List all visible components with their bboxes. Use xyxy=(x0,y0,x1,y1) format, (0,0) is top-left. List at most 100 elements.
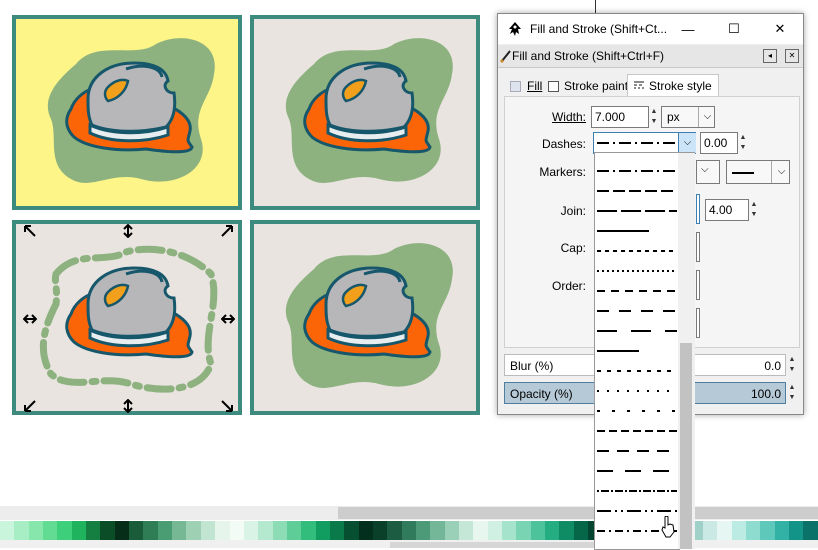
palette-swatch[interactable] xyxy=(731,521,746,540)
palette-swatch[interactable] xyxy=(14,521,29,540)
opacity-spinner[interactable]: ▲ ▼ xyxy=(787,383,797,403)
palette-swatch[interactable] xyxy=(0,521,15,540)
resize-handle-top-left-icon[interactable] xyxy=(23,224,37,238)
spin-down-icon[interactable]: ▼ xyxy=(787,365,797,375)
order-button-2[interactable] xyxy=(696,308,700,338)
tile-bottom-left[interactable] xyxy=(12,220,242,415)
spin-down-icon[interactable]: ▼ xyxy=(649,117,659,127)
dialog-titlebar[interactable]: Fill and Stroke (Shift+Ct... — ☐ ✕ xyxy=(498,14,803,44)
palette-swatch[interactable] xyxy=(243,521,259,540)
palette-swatch[interactable] xyxy=(186,521,201,540)
palette-swatch[interactable] xyxy=(430,521,445,540)
palette-swatch[interactable] xyxy=(573,521,589,540)
dash-pattern-option[interactable] xyxy=(595,301,679,321)
color-palette[interactable] xyxy=(0,521,818,540)
palette-swatch[interactable] xyxy=(387,521,402,540)
palette-swatch[interactable] xyxy=(545,521,560,540)
palette-swatch[interactable] xyxy=(788,521,804,540)
tab-stroke-style[interactable]: Stroke style xyxy=(627,74,719,97)
dash-pattern-option[interactable] xyxy=(595,201,679,221)
horizontal-scrollbar-thumb[interactable] xyxy=(338,507,818,519)
resize-handle-bottom-icon[interactable] xyxy=(121,398,135,414)
palette-swatch[interactable] xyxy=(286,521,302,540)
palette-swatch[interactable] xyxy=(43,521,58,540)
palette-swatch[interactable] xyxy=(516,521,531,540)
palette-swatch[interactable] xyxy=(774,521,789,540)
spin-up-icon[interactable]: ▲ xyxy=(787,355,797,365)
dash-offset-input[interactable]: 0.00 xyxy=(700,132,738,154)
palette-swatch[interactable] xyxy=(344,521,359,540)
spin-up-icon[interactable]: ▲ xyxy=(749,200,759,210)
palette-swatch[interactable] xyxy=(100,521,115,540)
dash-pattern-option[interactable] xyxy=(595,421,679,441)
resize-handle-left-icon[interactable] xyxy=(22,312,38,326)
dash-pattern-option[interactable] xyxy=(595,361,679,381)
spin-up-icon[interactable]: ▲ xyxy=(738,133,748,143)
palette-swatch[interactable] xyxy=(530,521,546,540)
palette-swatch[interactable] xyxy=(272,521,287,540)
dash-pattern-option[interactable] xyxy=(595,461,679,481)
palette-swatch[interactable] xyxy=(86,521,101,540)
palette-swatch[interactable] xyxy=(301,521,316,540)
palette-swatch[interactable] xyxy=(372,521,388,540)
marker-end-select[interactable]: ⌵ xyxy=(726,160,790,184)
spin-down-icon[interactable]: ▼ xyxy=(787,393,797,403)
spin-down-icon[interactable]: ▼ xyxy=(738,143,748,153)
tile-bottom-right[interactable] xyxy=(250,220,480,415)
dash-list-scrollbar-thumb[interactable] xyxy=(680,343,692,549)
dash-pattern-option[interactable] xyxy=(595,241,679,261)
miter-limit-input[interactable]: 4.00 xyxy=(705,199,749,221)
dash-pattern-option[interactable] xyxy=(595,161,679,181)
order-button[interactable] xyxy=(696,270,700,300)
palette-swatch[interactable] xyxy=(258,521,273,540)
cap-button[interactable] xyxy=(696,232,700,262)
spin-up-icon[interactable]: ▲ xyxy=(649,107,659,117)
dash-pattern-option[interactable] xyxy=(595,441,679,461)
miter-limit-spinner[interactable]: ▲ ▼ xyxy=(749,200,759,220)
dash-pattern-dropdown-list[interactable] xyxy=(594,152,680,550)
palette-swatch[interactable] xyxy=(459,521,474,540)
dash-list-scrollbar[interactable] xyxy=(678,152,695,549)
palette-swatch[interactable] xyxy=(200,521,216,540)
panel-close-button[interactable]: ✕ xyxy=(785,49,799,63)
palette-swatch[interactable] xyxy=(114,521,130,540)
palette-swatch[interactable] xyxy=(401,521,416,540)
dash-pattern-option[interactable] xyxy=(595,321,679,341)
dash-pattern-option[interactable] xyxy=(595,221,679,241)
dash-pattern-option[interactable] xyxy=(595,181,679,201)
palette-swatch[interactable] xyxy=(444,521,459,540)
dash-pattern-select[interactable]: ⌵ xyxy=(593,132,696,154)
width-input[interactable]: 7.000 xyxy=(591,106,649,128)
resize-handle-bottom-left-icon[interactable] xyxy=(23,399,37,413)
resize-handle-bottom-right-icon[interactable] xyxy=(220,399,234,413)
palette-swatch[interactable] xyxy=(71,521,87,540)
resize-handle-top-right-icon[interactable] xyxy=(220,224,234,238)
palette-swatch[interactable] xyxy=(28,521,44,540)
palette-swatch[interactable] xyxy=(215,521,230,540)
blur-spinner[interactable]: ▲ ▼ xyxy=(787,355,797,375)
minimize-button[interactable]: — xyxy=(665,14,711,44)
palette-swatch[interactable] xyxy=(358,521,373,540)
spin-down-icon[interactable]: ▼ xyxy=(749,210,759,220)
maximize-button[interactable]: ☐ xyxy=(711,14,757,44)
palette-swatch[interactable] xyxy=(487,521,503,540)
palette-swatch[interactable] xyxy=(129,521,144,540)
marker-mid-select[interactable]: ⌵ xyxy=(696,160,720,184)
palette-swatch[interactable] xyxy=(702,521,718,540)
palette-swatch[interactable] xyxy=(803,521,818,540)
palette-swatch[interactable] xyxy=(229,521,244,540)
palette-swatch[interactable] xyxy=(172,521,187,540)
dash-pattern-option[interactable] xyxy=(595,381,679,401)
dash-pattern-option[interactable] xyxy=(595,281,679,301)
dash-pattern-option[interactable] xyxy=(595,401,679,421)
panel-pin-button[interactable]: ◂ xyxy=(763,49,777,63)
tab-stroke-paint[interactable]: Stroke paint xyxy=(542,76,634,96)
join-button-round[interactable] xyxy=(696,194,700,224)
palette-swatch[interactable] xyxy=(502,521,517,540)
close-button[interactable]: ✕ xyxy=(757,14,803,44)
palette-swatch[interactable] xyxy=(329,521,345,540)
unit-select[interactable]: px ⌵ xyxy=(661,106,715,128)
resize-handle-top-icon[interactable] xyxy=(121,223,135,239)
dash-pattern-option[interactable] xyxy=(595,481,679,501)
palette-swatch[interactable] xyxy=(57,521,72,540)
